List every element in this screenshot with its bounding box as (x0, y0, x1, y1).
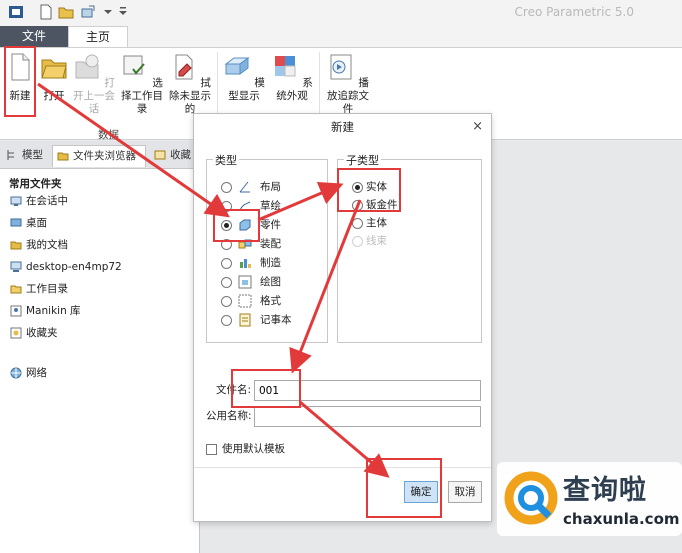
nav-item-network[interactable]: 网络 (10, 365, 47, 381)
dropdown-arrow-icon[interactable] (100, 4, 116, 20)
tab-favorites[interactable]: 收藏 (150, 145, 198, 167)
open-button[interactable]: 打开 (40, 52, 68, 103)
customize-toolbar-icon[interactable] (115, 4, 131, 20)
navigator-tabs: 模型 文件夹浏览器 收藏 (0, 141, 200, 169)
watermark-url: chaxunla.com (563, 510, 680, 528)
use-default-template-label: 使用默认模板 (222, 443, 285, 455)
model-display-icon (224, 57, 250, 75)
working-directory-icon (10, 285, 22, 294)
tab-file[interactable]: 文件 (0, 26, 68, 47)
dialog-footer-divider (194, 467, 491, 468)
erase-not-displayed-label: 拭除未显示的 (169, 77, 211, 115)
app-menu-icon[interactable] (8, 4, 24, 20)
ribbon-group-data-label: 数据 (98, 129, 119, 141)
highlight-part-option (213, 209, 260, 242)
nav-item-favorites[interactable]: 收藏夹 (10, 325, 58, 341)
favorites-icon (154, 150, 166, 160)
type-group-label: 类型 (213, 152, 239, 168)
open-last-session-label: 打开上一会话 (73, 77, 115, 115)
format-icon (238, 294, 252, 308)
manikin-library-icon (10, 305, 22, 317)
network-icon (10, 367, 22, 379)
play-trail-file-icon (330, 54, 352, 80)
nav-item-desktop[interactable]: 桌面 (10, 215, 47, 231)
folder-browser-icon (57, 152, 69, 161)
layout-icon (239, 181, 250, 193)
play-trail-file-label: 播放追踪文件 (327, 77, 369, 115)
select-working-directory-button[interactable]: 选择工作目录 (120, 52, 164, 116)
open-last-session-button[interactable]: 打开上一会话 (72, 52, 116, 116)
folder-navigator-pane: 常用文件夹 在会话中 桌面 我的文档 desktop-en4mp72 工作目录 … (0, 169, 200, 553)
watermark-text: 查询啦 (563, 475, 647, 506)
cancel-button[interactable]: 取消 (448, 481, 482, 503)
documents-folder-icon (10, 241, 22, 250)
chaxunla-logo-icon (504, 471, 558, 525)
computer-icon (10, 261, 22, 272)
radio-button (221, 258, 232, 269)
nav-item-working-directory[interactable]: 工作目录 (10, 281, 68, 297)
nav-item-in-session[interactable]: 在会话中 (10, 193, 68, 209)
title-bar: Creo Parametric 5.0 (0, 0, 682, 26)
open-button-label: 打开 (43, 90, 65, 102)
subtype-group-label: 子类型 (344, 152, 381, 168)
common-name-field[interactable] (254, 406, 481, 427)
notebook-icon (239, 313, 251, 327)
dialog-title: 新建 (331, 120, 354, 134)
open-folder-icon (41, 59, 67, 79)
close-icon[interactable]: × (472, 119, 483, 134)
quick-regenerate-icon[interactable] (80, 4, 96, 20)
model-display-button[interactable]: 模型显示 (222, 52, 266, 103)
quick-new-icon[interactable] (38, 4, 54, 20)
manufacturing-icon (240, 259, 251, 268)
tab-folder-browser[interactable]: 文件夹浏览器 (52, 145, 146, 167)
select-working-directory-icon (123, 55, 145, 75)
common-folders-heading: 常用文件夹 (9, 178, 62, 190)
tab-home[interactable]: 主页 (68, 26, 128, 47)
erase-not-displayed-icon (175, 54, 193, 80)
tab-model-tree[interactable]: 模型 (2, 145, 50, 167)
watermark: 查询啦 chaxunla.com (497, 462, 682, 536)
common-name-label: 公用名称: (206, 410, 252, 422)
use-default-template-checkbox[interactable] (206, 444, 217, 455)
highlight-new-button (4, 46, 36, 117)
radio-button (221, 277, 232, 288)
model-tree-icon (7, 150, 14, 160)
quick-open-icon[interactable] (58, 4, 74, 20)
play-trail-file-button[interactable]: 播放追踪文件 (324, 52, 372, 116)
radio-button (221, 182, 232, 193)
highlight-solid-option (337, 168, 401, 212)
ribbon-tab-row: 文件 主页 (0, 26, 682, 47)
radio-button (221, 296, 232, 307)
radio-button-disabled (352, 236, 363, 247)
nav-item-my-documents[interactable]: 我的文档 (10, 237, 68, 253)
app-title: Creo Parametric 5.0 (514, 5, 634, 19)
drawing-icon (238, 275, 252, 289)
radio-button (352, 218, 363, 229)
desktop-icon (10, 218, 22, 227)
system-appearance-icon (275, 56, 296, 77)
nav-item-manikin-library[interactable]: Manikin 库 (10, 303, 81, 319)
select-working-directory-label: 选择工作目录 (121, 77, 163, 115)
system-appearance-button[interactable]: 系统外观 (270, 52, 314, 103)
favorites-folder-icon (10, 327, 22, 339)
type-group: 类型 布局 草绘 零件 装配 制造 绘图 格式 记事本 (206, 152, 328, 343)
radio-button (221, 315, 232, 326)
highlight-filename-field (231, 369, 301, 408)
erase-not-displayed-button[interactable]: 拭除未显示的 (168, 52, 212, 116)
monitor-icon (10, 196, 22, 206)
nav-item-computer[interactable]: desktop-en4mp72 (10, 259, 122, 275)
highlight-ok-button (366, 458, 442, 518)
open-last-session-icon (75, 54, 99, 79)
